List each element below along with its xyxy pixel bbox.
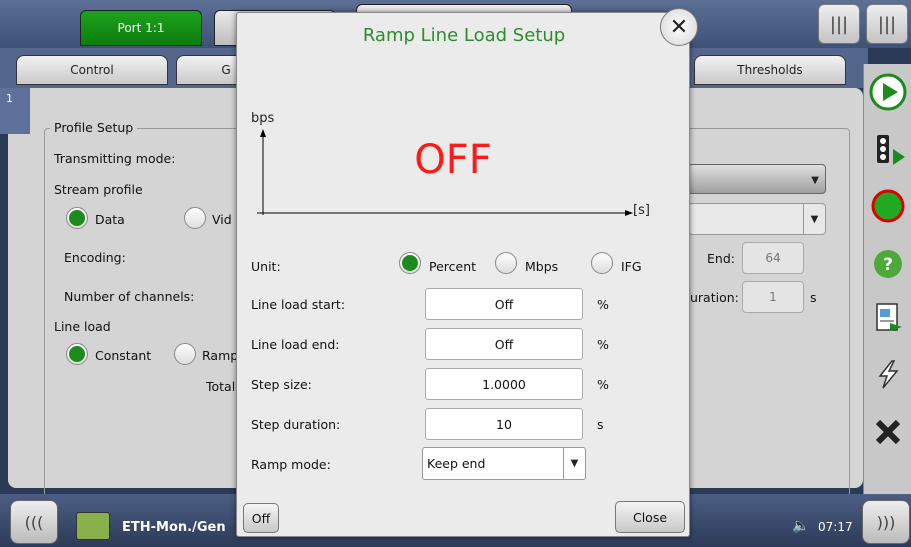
line-load-end-input[interactable]: Off bbox=[425, 328, 583, 360]
number-of-channels-label: Number of channels: bbox=[64, 289, 195, 304]
step-duration-label: Step duration: bbox=[251, 417, 341, 432]
step-size-input[interactable]: 1.0000 bbox=[425, 368, 583, 400]
chevron-down-icon: ▼ bbox=[563, 448, 585, 479]
mbps-radio[interactable] bbox=[495, 252, 517, 278]
encoding-label: Encoding: bbox=[64, 250, 126, 265]
end-label: End: bbox=[707, 251, 735, 266]
constant-radio-label: Constant bbox=[95, 348, 152, 363]
volume-icon[interactable]: 🔈 bbox=[792, 518, 809, 534]
line-load-end-unit: % bbox=[597, 337, 609, 352]
end-field[interactable]: 64 bbox=[742, 242, 804, 274]
video-radio-label: Vid bbox=[212, 212, 232, 227]
ramp-mode-select[interactable]: Keep end ▼ bbox=[422, 447, 586, 480]
step-duration-unit: s bbox=[597, 417, 604, 432]
ifg-radio-label: IFG bbox=[621, 259, 642, 274]
port-tab[interactable]: Port 1:1 bbox=[80, 10, 202, 46]
close-icon[interactable]: ✕ bbox=[660, 8, 698, 46]
close-app-icon[interactable] bbox=[866, 410, 910, 454]
transmitting-mode-dropdown[interactable]: ▼ bbox=[688, 164, 826, 194]
stream-profile-dropdown[interactable]: ▼ bbox=[688, 203, 826, 235]
ramp-mode-value: Keep end bbox=[427, 456, 486, 471]
duration-label: uration: bbox=[690, 290, 739, 305]
page-number: 1 bbox=[0, 88, 30, 134]
test-name: ETH-Mon./Gen bbox=[122, 520, 226, 535]
step-size-label: Step size: bbox=[251, 377, 312, 392]
step-duration-input[interactable]: 10 bbox=[425, 408, 583, 440]
ramp-radio[interactable] bbox=[174, 343, 196, 369]
help-icon[interactable]: ? bbox=[866, 242, 910, 286]
duration-unit: s bbox=[810, 290, 817, 305]
line-load-end-label: Line load end: bbox=[251, 337, 340, 352]
traffic-light-icon[interactable] bbox=[866, 128, 910, 172]
scroll-right-button[interactable]: ))) bbox=[862, 500, 910, 544]
ramp-line-load-dialog: Ramp Line Load Setup bps [s] OFF Unit: P… bbox=[236, 12, 690, 537]
line-load-start-input[interactable]: Off bbox=[425, 288, 583, 320]
duration-field[interactable]: 1 bbox=[742, 281, 804, 313]
line-load-start-label: Line load start: bbox=[251, 297, 346, 312]
stream-profile-title: Stream profile bbox=[54, 182, 143, 197]
close-button[interactable]: Close bbox=[615, 501, 685, 533]
line-load-title: Line load bbox=[54, 319, 111, 334]
dropdown-arrow-icon: ▼ bbox=[803, 204, 825, 234]
tab-thresholds[interactable]: Thresholds bbox=[694, 55, 846, 85]
record-icon[interactable] bbox=[866, 184, 910, 228]
clock: 07:17 bbox=[818, 520, 853, 534]
scroll-left-button[interactable]: ((( bbox=[10, 500, 58, 544]
test-app-icon[interactable] bbox=[76, 512, 110, 540]
line-load-start-unit: % bbox=[597, 297, 609, 312]
chart-y-label: bps bbox=[251, 111, 275, 126]
ramp-radio-label: Ramp bbox=[202, 348, 239, 363]
total-label: Total bbox=[206, 379, 236, 394]
chart-status: OFF bbox=[414, 137, 492, 183]
data-radio-label: Data bbox=[95, 212, 125, 227]
dialog-title: Ramp Line Load Setup bbox=[362, 25, 566, 46]
percent-radio[interactable] bbox=[399, 252, 421, 278]
step-size-unit: % bbox=[597, 377, 609, 392]
profile-setup-title: Profile Setup bbox=[50, 120, 138, 135]
report-icon[interactable] bbox=[866, 296, 910, 340]
panel-menu-button-2[interactable]: ||| bbox=[866, 4, 908, 44]
panel-menu-button[interactable]: ||| bbox=[818, 4, 860, 44]
svg-text:?: ? bbox=[883, 255, 893, 275]
percent-radio-label: Percent bbox=[429, 259, 477, 274]
dropdown-arrow-icon: ▼ bbox=[811, 175, 819, 186]
data-radio[interactable] bbox=[66, 207, 88, 233]
start-icon[interactable] bbox=[866, 70, 910, 114]
tab-control[interactable]: Control bbox=[16, 55, 168, 85]
transmitting-mode-label: Transmitting mode: bbox=[54, 151, 176, 166]
video-radio[interactable] bbox=[184, 207, 206, 233]
mbps-radio-label: Mbps bbox=[525, 259, 559, 274]
chart-x-label: [s] bbox=[633, 203, 650, 218]
off-button[interactable]: Off bbox=[243, 503, 279, 533]
ramp-mode-label: Ramp mode: bbox=[251, 457, 331, 472]
lightning-icon[interactable] bbox=[866, 352, 910, 396]
ifg-radio[interactable] bbox=[591, 252, 613, 278]
unit-label: Unit: bbox=[251, 259, 281, 274]
constant-radio[interactable] bbox=[66, 343, 88, 369]
